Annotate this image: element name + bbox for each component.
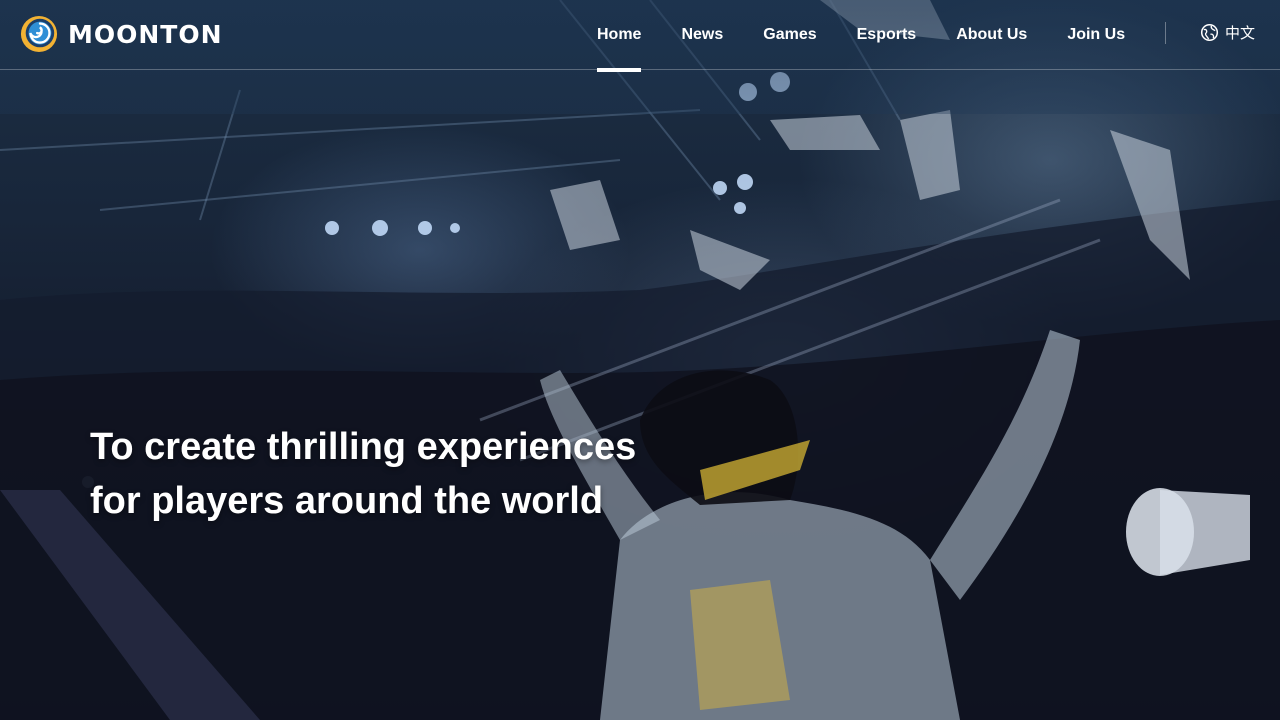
nav-item-label: News [681, 26, 724, 43]
nav-item-news[interactable]: News [661, 0, 743, 70]
nav-item-join-us[interactable]: Join Us [1047, 0, 1145, 70]
nav-item-label: Join Us [1067, 26, 1126, 43]
nav-item-label: Esports [856, 26, 917, 43]
nav-item-esports[interactable]: Esports [837, 0, 937, 70]
nav-item-home[interactable]: Home [577, 0, 661, 72]
globe-icon [1200, 23, 1219, 42]
hero-headline-line-1: To create thrilling experiences [90, 426, 637, 468]
page: MOONTON Home News Games Esports About Us… [0, 0, 1280, 720]
language-switcher[interactable]: 中文 [1200, 22, 1255, 43]
nav-item-games[interactable]: Games [743, 0, 836, 70]
hero-headline-line-2: for players around the world [90, 480, 604, 522]
nav-item-label: Home [597, 26, 642, 43]
top-navigation-bar: MOONTON Home News Games Esports About Us… [0, 0, 1280, 72]
language-label: 中文 [1225, 24, 1256, 42]
hero-headline: To create thrilling experiences for play… [90, 420, 636, 528]
main-nav: Home News Games Esports About Us Join Us [577, 0, 1145, 72]
nav-divider [1165, 22, 1166, 44]
nav-item-label: About Us [956, 26, 1028, 43]
nav-item-label: Games [763, 26, 817, 43]
brand-logo[interactable]: MOONTON [20, 14, 223, 54]
brand-name: MOONTON [68, 19, 223, 49]
moonton-swirl-logo-icon [20, 15, 58, 53]
nav-item-about-us[interactable]: About Us [936, 0, 1047, 70]
